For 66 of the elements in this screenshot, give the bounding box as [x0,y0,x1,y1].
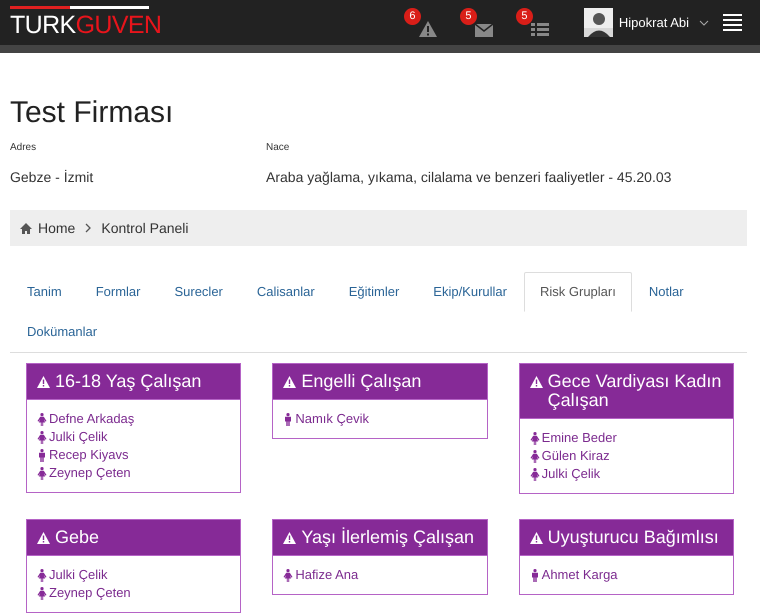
female-figure-icon [37,466,47,480]
warning-icon [530,376,543,388]
risk-group-title: 16-18 Yaş Çalışan [55,372,202,391]
chevron-down-icon [699,20,709,26]
tab[interactable]: Dokümanlar [10,312,114,352]
count-badge: 6 [404,8,421,24]
risk-group-title: Engelli Çalışan [301,372,422,391]
female-figure-icon [37,430,47,444]
female-figure-icon [37,586,47,600]
count-badge: 5 [516,8,533,24]
person-link[interactable]: Zeynep Çeten [37,584,230,602]
person-link[interactable]: Recep Kiyavs [37,446,230,464]
person-link[interactable]: Julki Çelik [37,566,230,584]
field-value: Gebze - İzmit [10,168,94,187]
male-figure-icon [37,448,47,462]
risk-group-title: Yaşı İlerlemiş Çalışan [301,528,474,547]
warning-icon [283,376,296,388]
warning-icon [37,376,50,388]
person-link[interactable]: Julki Çelik [530,465,723,483]
tab[interactable]: Ekip/Kurullar [416,272,524,312]
field-label: Adres [10,141,38,155]
logo[interactable]: TURKGUVEN [10,6,162,40]
male-figure-icon [283,412,294,426]
user-name: Hipokrat Abi [618,14,689,32]
notification-button[interactable]: 5 [516,8,550,38]
page-title: Test Firması [10,95,174,131]
tab[interactable]: Notlar [632,272,701,312]
female-figure-icon [37,568,47,582]
tab[interactable]: Surecler [157,272,240,312]
count-badge: 5 [460,8,477,24]
risk-group-title: Gebe [55,528,100,547]
person-link[interactable]: Zeynep Çeten [37,464,230,482]
risk-group-title: Uyuşturucu Bağımlısı [548,528,719,547]
home-icon [20,222,32,234]
person-link[interactable]: Hafize Ana [283,566,477,584]
female-figure-icon [530,432,540,444]
current-page-label: Kontrol Paneli [101,218,189,238]
tab[interactable]: Risk Grupları [524,272,632,312]
chevron-right-icon [85,223,92,233]
person-link[interactable]: Emine Beder [530,429,723,447]
field-value: Araba yağlama, yıkama, cilalama ve benzeri faaliyetler - 45.20.03 [266,168,672,187]
warning-icon [418,20,438,38]
female-figure-icon [530,468,540,480]
warning-icon [530,532,543,544]
notification-button[interactable]: 6 [404,8,438,38]
female-figure-icon [530,450,540,462]
male-figure-icon [530,568,540,582]
person-link[interactable]: Defne Arkadaş [37,410,230,428]
person-link[interactable]: Namık Çevik [283,410,477,428]
warning-icon [283,532,296,544]
person-link[interactable]: Ahmet Karga [530,566,723,584]
tab[interactable]: Calisanlar [240,272,332,312]
tab[interactable]: Eğitimler [332,272,416,312]
notification-button[interactable]: 5 [460,8,494,38]
menu-button[interactable] [723,14,742,31]
breadcrumb-link[interactable]: Home [38,218,76,238]
warning-icon [37,532,50,544]
field-label: Nace [266,141,290,155]
risk-group-title: Gece Vardiyası Kadın Çalışan [548,372,722,410]
user-menu[interactable]: Hipokrat Abi [584,8,709,37]
person-link[interactable]: Gülen Kiraz [530,447,723,465]
tab[interactable]: Tanim [10,272,79,312]
person-link[interactable]: Julki Çelik [37,428,230,446]
tab[interactable]: Formlar [78,272,158,312]
female-figure-icon [37,412,47,426]
female-figure-icon [283,568,294,582]
